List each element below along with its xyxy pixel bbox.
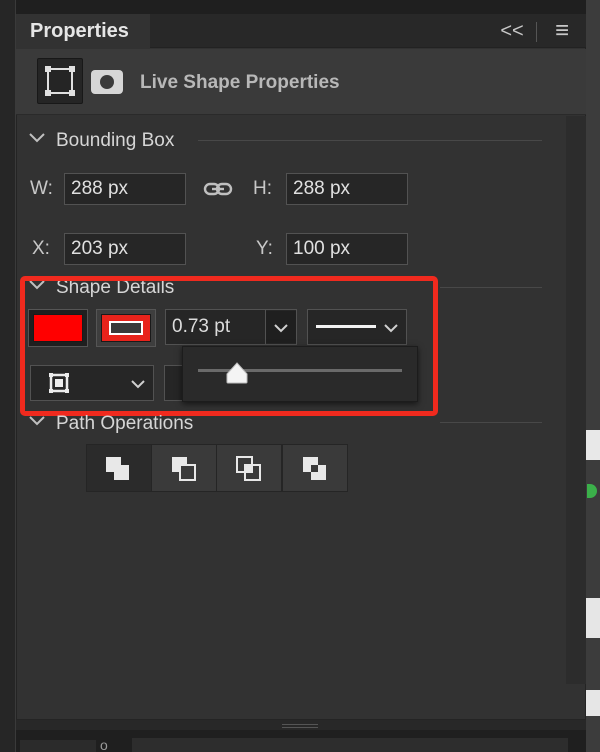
annotation-highlight-box — [20, 276, 438, 416]
section-divider — [440, 422, 542, 423]
background-left-border — [0, 0, 16, 752]
y-label: Y: — [256, 238, 273, 259]
panel-menu-icon[interactable]: ≡ — [546, 14, 578, 48]
corner-handle — [45, 90, 51, 96]
tab-properties[interactable]: Properties — [16, 14, 150, 49]
panel-scrollbar[interactable] — [566, 116, 586, 684]
footer-zoom-fragment: o — [100, 737, 108, 752]
background-white-strip-2 — [586, 690, 600, 716]
resize-grip-icon[interactable] — [282, 724, 318, 728]
corner-handle — [45, 66, 51, 72]
exclude-overlapping-shapes-icon — [301, 455, 329, 488]
x-label: X: — [32, 238, 50, 259]
bounding-box-title: Bounding Box — [56, 130, 175, 151]
section-divider — [198, 140, 542, 141]
background-text-fragment — [586, 430, 600, 460]
subtract-front-shape-icon — [170, 455, 198, 488]
intersect-shape-areas-icon — [235, 455, 263, 488]
x-input[interactable]: 203 px — [64, 233, 186, 265]
section-divider — [440, 287, 542, 288]
collapse-panel-icon[interactable]: << — [496, 14, 528, 48]
chevron-down-icon[interactable] — [28, 412, 46, 436]
footer-segment — [20, 740, 96, 752]
combine-shapes-icon — [104, 455, 132, 488]
height-input[interactable]: 288 px — [286, 173, 408, 205]
toolbar-divider — [536, 22, 537, 42]
y-input[interactable]: 100 px — [286, 233, 408, 265]
link-dimensions-icon[interactable] — [202, 173, 234, 214]
background-white-strip — [586, 598, 600, 638]
corner-handle — [69, 90, 75, 96]
pixel-mask-dot — [100, 75, 114, 89]
path-operations-title: Path Operations — [56, 413, 194, 434]
corner-handle — [69, 66, 75, 72]
height-label: H: — [253, 178, 272, 199]
background-canvas-edge — [586, 0, 600, 752]
chevron-down-icon[interactable] — [28, 129, 46, 153]
app-root: Properties << ≡ Live Shape Properties Bo… — [0, 0, 600, 752]
footer-segment — [132, 738, 568, 752]
width-label: W: — [30, 178, 53, 199]
panel-section-title: Live Shape Properties — [140, 72, 340, 93]
width-input[interactable]: 288 px — [64, 173, 186, 205]
